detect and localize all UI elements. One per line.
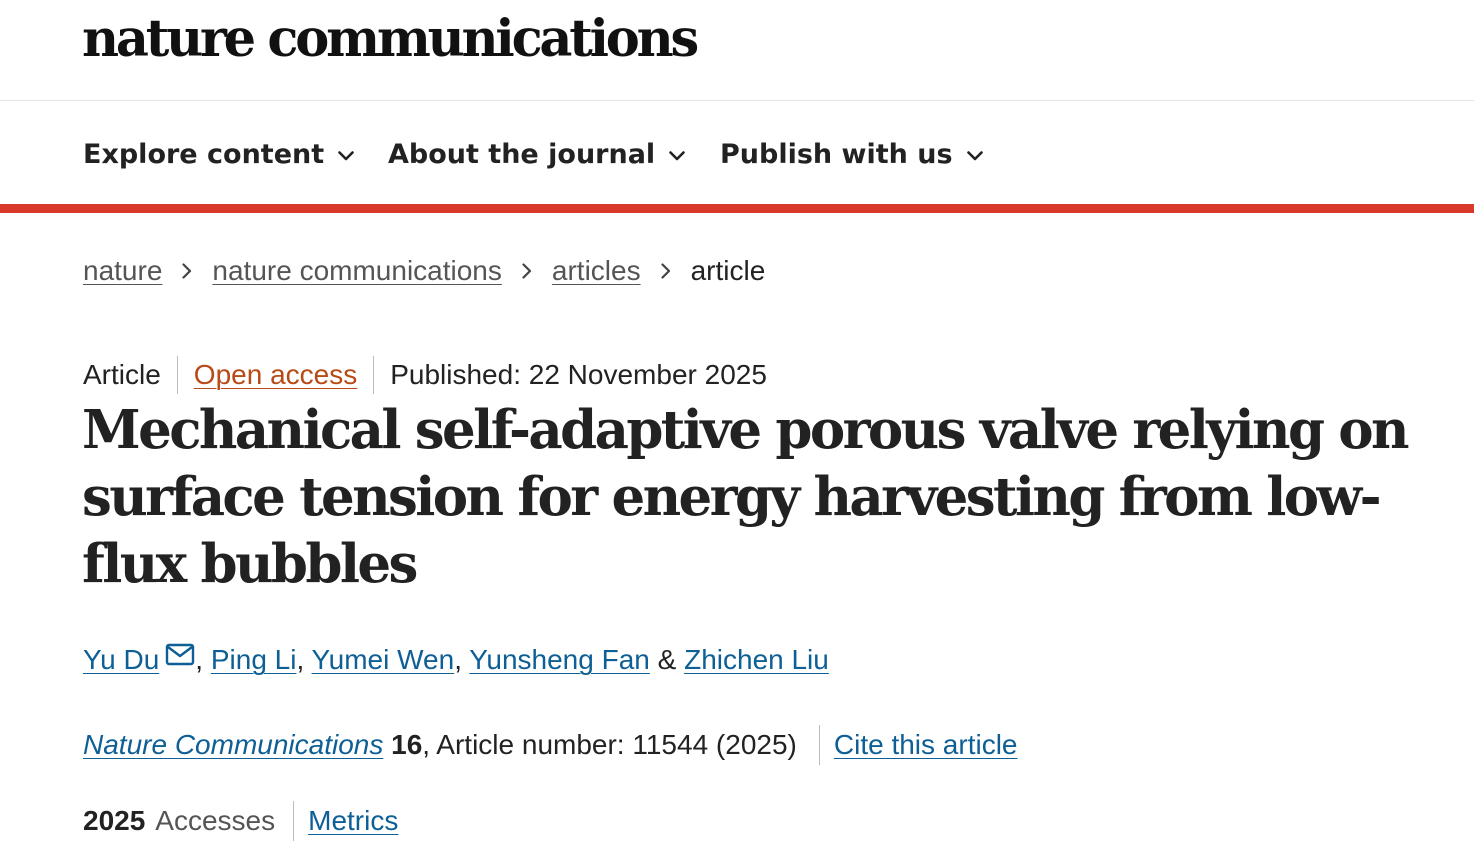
author-separator: ,: [296, 644, 312, 675]
journal-link[interactable]: Nature Communications: [83, 729, 383, 760]
accesses-label: Accesses: [155, 805, 276, 836]
nav-item-label: About the journal: [388, 139, 656, 170]
article-metrics: 2025 Accesses Metrics: [83, 800, 398, 842]
divider: [373, 355, 375, 394]
article-type: Article: [83, 359, 161, 390]
open-access-link[interactable]: Open access: [194, 359, 357, 390]
breadcrumb-nature-communications[interactable]: nature communications: [212, 255, 501, 286]
author-link[interactable]: Yumei Wen: [312, 644, 455, 675]
chevron-right-icon: [660, 253, 671, 287]
divider: [176, 355, 178, 394]
volume-number: 16: [391, 729, 423, 760]
author-list: Yu Du, Ping Li, Yumei Wen, Yunsheng Fan …: [83, 641, 829, 679]
chevron-right-icon: [522, 253, 532, 287]
author-separator: &: [649, 644, 685, 675]
breadcrumb-nature[interactable]: nature: [83, 255, 162, 286]
author-separator: ,: [454, 644, 470, 675]
breadcrumb: nature nature communications articles artic…: [83, 254, 765, 290]
author-link[interactable]: Yunsheng Fan: [469, 644, 650, 675]
nav-explore-content[interactable]: Explore content: [83, 139, 354, 172]
article-number: , Article number: 11544 (2025): [422, 729, 797, 760]
cite-this-article-link[interactable]: Cite this article: [834, 729, 1018, 760]
chevron-right-icon: [182, 253, 192, 287]
accesses-count: 2025: [83, 805, 146, 836]
divider: [818, 724, 820, 765]
article-title: Mechanical self-adaptive porous valve re…: [82, 399, 1410, 595]
nav-about-journal[interactable]: About the journal: [388, 139, 685, 172]
article-meta: Article Open access Published: 22 November…: [83, 355, 767, 395]
published-date: Published: 22 November 2025: [390, 359, 767, 390]
breadcrumb-articles[interactable]: articles: [552, 255, 641, 286]
main-nav: Explore content About the journal Publis…: [0, 101, 1474, 204]
mail-icon[interactable]: [165, 639, 195, 677]
metrics-link[interactable]: Metrics: [308, 805, 398, 836]
chevron-down-icon: [338, 137, 354, 169]
citation-line: Nature Communications 16, Article number…: [83, 724, 1018, 766]
author-link[interactable]: Yu Du: [83, 644, 159, 675]
chevron-down-icon: [669, 137, 685, 169]
nav-item-label: Explore content: [83, 139, 325, 170]
author-link[interactable]: Zhichen Liu: [684, 644, 829, 675]
nav-item-label: Publish with us: [720, 139, 953, 170]
chevron-down-icon: [966, 137, 983, 169]
author-link[interactable]: Ping Li: [211, 644, 297, 675]
journal-logo[interactable]: nature communications: [82, 14, 699, 65]
author-separator: ,: [195, 644, 211, 675]
nav-publish-with-us[interactable]: Publish with us: [720, 139, 983, 172]
divider: [293, 800, 295, 841]
accent-divider: [0, 204, 1474, 213]
site-header: nature communications: [0, 0, 1474, 101]
breadcrumb-current: article: [690, 255, 766, 286]
